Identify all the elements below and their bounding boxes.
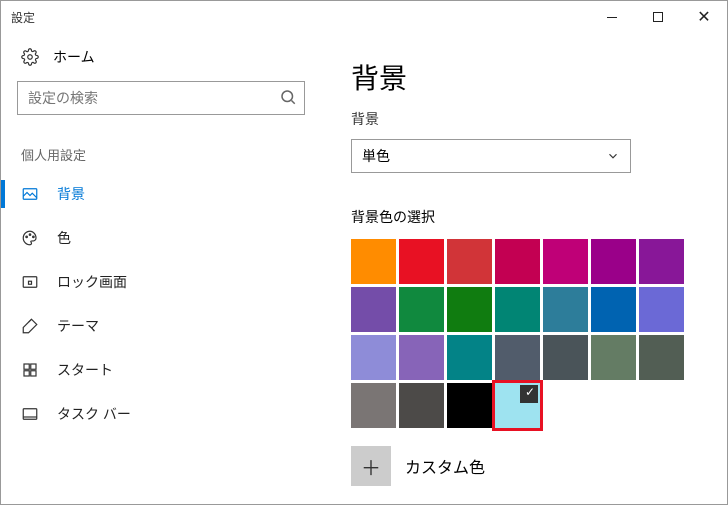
color-swatch[interactable] <box>639 335 684 380</box>
sidebar-item-background[interactable]: 背景 <box>1 172 321 216</box>
picture-icon <box>21 185 39 203</box>
plus-icon: ＋ <box>361 452 381 481</box>
custom-color-label: カスタム色 <box>405 454 485 478</box>
sidebar-group-label: 個人用設定 <box>1 145 321 172</box>
sidebar-item-label: タスク バー <box>57 404 131 424</box>
color-swatch[interactable]: ✓ <box>495 383 540 428</box>
color-swatch[interactable] <box>399 287 444 332</box>
sidebar-item-themes[interactable]: テーマ <box>1 304 321 348</box>
sidebar-item-taskbar[interactable]: タスク バー <box>1 392 321 436</box>
dropdown-value: 単色 <box>362 146 390 166</box>
gear-icon <box>21 48 39 66</box>
chevron-down-icon <box>606 149 620 163</box>
color-swatch[interactable] <box>447 335 492 380</box>
sidebar-item-colors[interactable]: 色 <box>1 216 321 260</box>
sidebar: ホーム 個人用設定 背景 色 ロック画面 テーマ スタート タスク <box>1 33 321 504</box>
window-title: 設定 <box>11 9 35 26</box>
color-swatch[interactable] <box>639 239 684 284</box>
minimize-button[interactable] <box>589 1 635 33</box>
color-swatch[interactable] <box>495 335 540 380</box>
background-type-dropdown[interactable]: 単色 <box>351 139 631 173</box>
search-icon <box>279 88 297 106</box>
home-link[interactable]: ホーム <box>1 41 321 81</box>
color-swatch[interactable] <box>351 383 396 428</box>
color-swatch[interactable] <box>399 335 444 380</box>
color-swatch[interactable] <box>447 239 492 284</box>
color-swatch[interactable] <box>543 335 588 380</box>
color-swatch[interactable] <box>639 287 684 332</box>
check-icon: ✓ <box>525 385 535 399</box>
color-swatch[interactable] <box>591 335 636 380</box>
color-section-label: 背景色の選択 <box>351 207 687 227</box>
search-input[interactable] <box>17 81 305 115</box>
start-icon <box>21 361 39 379</box>
sidebar-item-label: 背景 <box>57 184 85 204</box>
home-label: ホーム <box>53 47 95 67</box>
close-button[interactable]: ✕ <box>681 1 727 33</box>
sidebar-item-start[interactable]: スタート <box>1 348 321 392</box>
color-swatch[interactable] <box>591 239 636 284</box>
color-swatch[interactable] <box>351 335 396 380</box>
color-swatch[interactable] <box>399 239 444 284</box>
sidebar-item-label: テーマ <box>57 316 99 336</box>
color-swatch[interactable] <box>495 239 540 284</box>
sidebar-item-lockscreen[interactable]: ロック画面 <box>1 260 321 304</box>
sidebar-item-label: 色 <box>57 228 71 248</box>
titlebar: 設定 ✕ <box>1 1 727 33</box>
color-swatch[interactable] <box>543 287 588 332</box>
lockscreen-icon <box>21 273 39 291</box>
taskbar-icon <box>21 405 39 423</box>
color-swatch[interactable] <box>351 287 396 332</box>
page-title: 背景 <box>351 57 687 97</box>
color-swatch[interactable] <box>447 287 492 332</box>
background-type-label: 背景 <box>351 109 687 129</box>
color-swatch[interactable] <box>591 287 636 332</box>
color-swatch[interactable] <box>543 239 588 284</box>
main-panel: 背景 背景 単色 背景色の選択 ✓ ＋ カスタム色 <box>321 33 727 504</box>
theme-icon <box>21 317 39 335</box>
maximize-button[interactable] <box>635 1 681 33</box>
palette-icon <box>21 229 39 247</box>
color-swatch[interactable] <box>447 383 492 428</box>
color-swatch[interactable] <box>495 287 540 332</box>
color-swatch[interactable] <box>399 383 444 428</box>
custom-color-button[interactable]: ＋ <box>351 446 391 486</box>
sidebar-item-label: ロック画面 <box>57 272 127 292</box>
color-swatch[interactable] <box>351 239 396 284</box>
sidebar-item-label: スタート <box>57 360 113 380</box>
color-swatch-grid: ✓ <box>351 239 687 428</box>
